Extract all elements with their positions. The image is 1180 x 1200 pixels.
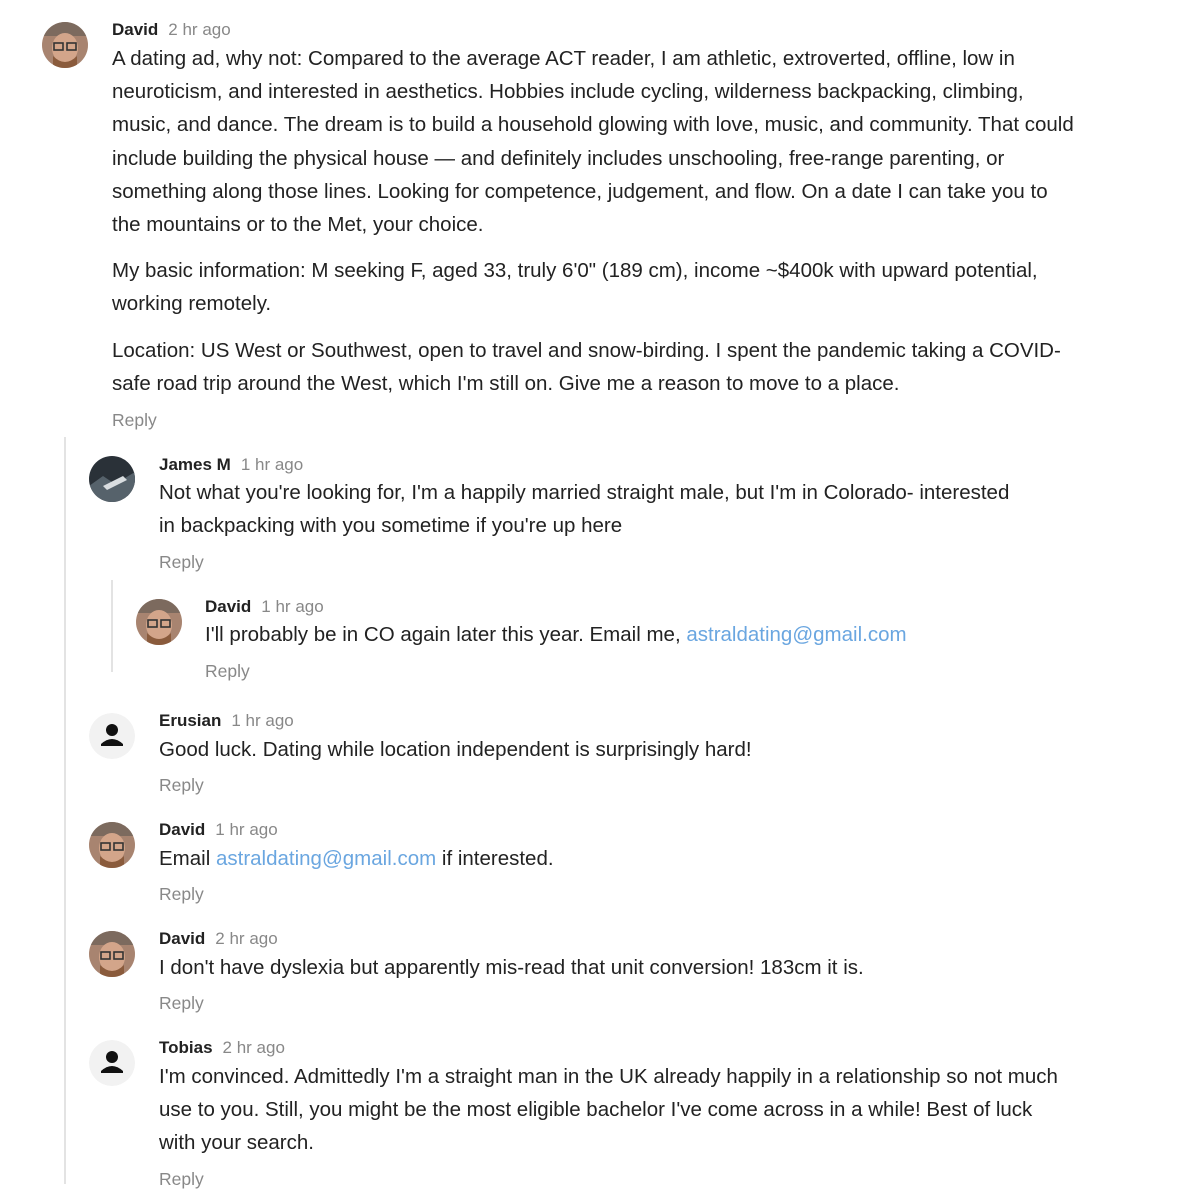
author-name[interactable]: James M <box>159 455 231 474</box>
timestamp[interactable]: 1 hr ago <box>215 820 277 839</box>
timestamp[interactable]: 1 hr ago <box>261 597 323 616</box>
comment-meta: David 2 hr ago <box>159 929 278 949</box>
email-link[interactable]: astraldating@gmail.com <box>686 623 906 646</box>
david-avatar-icon[interactable] <box>42 22 88 68</box>
comment-body: Not what you're looking for, I'm a happi… <box>159 481 1010 538</box>
timestamp[interactable]: 1 hr ago <box>231 711 293 730</box>
comment-meta: David 1 hr ago <box>159 820 278 840</box>
comment-body: Email astraldating@gmail.com if interest… <box>159 842 1039 875</box>
timestamp[interactable]: 2 hr ago <box>168 20 230 39</box>
author-name[interactable]: Tobias <box>159 1038 213 1057</box>
reply-button[interactable]: Reply <box>159 1169 204 1190</box>
thread-line-level2 <box>111 580 113 672</box>
default-avatar-icon[interactable] <box>89 713 135 759</box>
timestamp[interactable]: 2 hr ago <box>215 929 277 948</box>
comment-text: Email <box>159 847 216 870</box>
reply-button[interactable]: Reply <box>112 410 157 431</box>
comment-body: A dating ad, why not: Compared to the av… <box>112 42 1080 400</box>
comment-body: I'm convinced. Admittedly I'm a straight… <box>159 1065 1058 1155</box>
reply-button[interactable]: Reply <box>159 884 204 905</box>
david-avatar-icon[interactable] <box>89 931 135 977</box>
comment-text: I'll probably be in CO again later this … <box>205 623 687 646</box>
comment-paragraph: Location: US West or Southwest, open to … <box>112 338 1061 395</box>
timestamp[interactable]: 1 hr ago <box>241 455 303 474</box>
author-name[interactable]: Erusian <box>159 711 221 730</box>
thread-line-level1 <box>64 437 66 1184</box>
comment-body: I don't have dyslexia but apparently mis… <box>159 956 864 979</box>
author-name[interactable]: David <box>159 929 205 948</box>
reply-button[interactable]: Reply <box>159 993 204 1014</box>
comment-meta: James M 1 hr ago <box>159 455 303 475</box>
david-avatar-icon[interactable] <box>89 822 135 868</box>
author-name[interactable]: David <box>159 820 205 839</box>
comment-body: Good luck. Dating while location indepen… <box>159 738 752 761</box>
author-name[interactable]: David <box>205 597 251 616</box>
reply-button[interactable]: Reply <box>159 552 204 573</box>
comment-meta: David 1 hr ago <box>205 597 324 617</box>
author-name[interactable]: David <box>112 20 158 39</box>
comment-paragraph: My basic information: M seeking F, aged … <box>112 259 1038 316</box>
default-avatar-icon[interactable] <box>89 1040 135 1086</box>
james-avatar-icon[interactable] <box>89 456 135 502</box>
comment-meta: Tobias 2 hr ago <box>159 1038 285 1058</box>
comment-meta: Erusian 1 hr ago <box>159 711 294 731</box>
comment-meta: David 2 hr ago <box>112 20 231 40</box>
comment-text: if interested. <box>436 847 554 870</box>
reply-button[interactable]: Reply <box>205 661 250 682</box>
email-link[interactable]: astraldating@gmail.com <box>216 847 436 870</box>
reply-button[interactable]: Reply <box>159 775 204 796</box>
comment-body: I'll probably be in CO again later this … <box>205 618 1065 651</box>
david-avatar-icon[interactable] <box>136 599 182 645</box>
comment-paragraph: A dating ad, why not: Compared to the av… <box>112 47 1074 237</box>
timestamp[interactable]: 2 hr ago <box>223 1038 285 1057</box>
